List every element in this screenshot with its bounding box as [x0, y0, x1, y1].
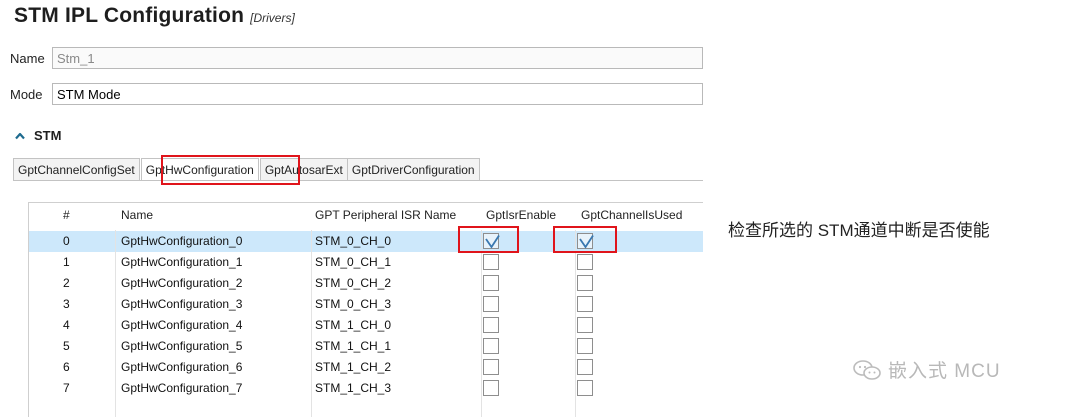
row-name: GptHwConfiguration_1 [121, 255, 243, 269]
row-name: GptHwConfiguration_2 [121, 276, 243, 290]
isr-enable-checkbox[interactable] [483, 380, 499, 396]
table-row[interactable]: 3 GptHwConfiguration_3 STM_0_CH_3 [29, 294, 703, 315]
row-index: 0 [63, 234, 70, 248]
channel-used-checkbox[interactable] [577, 359, 593, 375]
row-isr-name: STM_0_CH_2 [315, 276, 392, 290]
row-index: 4 [63, 318, 70, 332]
column-header-isr-name[interactable]: GPT Peripheral ISR Name [315, 208, 456, 222]
isr-enable-checkbox[interactable] [483, 296, 499, 312]
table-row[interactable]: 2 GptHwConfiguration_2 STM_0_CH_2 [29, 273, 703, 294]
column-divider [575, 230, 576, 417]
name-field[interactable]: Stm_1 [52, 47, 703, 69]
isr-enable-checkbox[interactable] [483, 359, 499, 375]
isr-enable-highlight-box [458, 226, 519, 253]
row-index: 3 [63, 297, 70, 311]
column-header-name[interactable]: Name [121, 208, 153, 222]
isr-enable-checkbox[interactable] [483, 275, 499, 291]
page-title-main: STM IPL Configuration [14, 4, 245, 27]
channel-used-checkbox[interactable] [577, 338, 593, 354]
channel-used-checkbox[interactable] [577, 380, 593, 396]
column-divider [115, 230, 116, 417]
row-index: 2 [63, 276, 70, 290]
channel-used-highlight-box [553, 226, 617, 253]
row-name: GptHwConfiguration_4 [121, 318, 243, 332]
channel-used-checkbox[interactable] [577, 275, 593, 291]
row-name: GptHwConfiguration_5 [121, 339, 243, 353]
row-isr-name: STM_1_CH_1 [315, 339, 392, 353]
section-header-stm[interactable]: STM [14, 128, 61, 143]
channel-used-checkbox[interactable] [577, 296, 593, 312]
isr-enable-checkbox[interactable] [483, 317, 499, 333]
watermark-text: 嵌入式 MCU [888, 361, 1001, 382]
row-name: GptHwConfiguration_3 [121, 297, 243, 311]
tab-underline [13, 180, 703, 181]
isr-enable-checkbox[interactable] [483, 254, 499, 270]
mode-field[interactable]: STM Mode [52, 83, 703, 105]
name-label: Name [10, 51, 45, 66]
watermark: 嵌入式 MCU [852, 356, 1001, 383]
tab-gpt-channel-config-set[interactable]: GptChannelConfigSet [13, 158, 140, 180]
row-index: 1 [63, 255, 70, 269]
mode-label: Mode [10, 87, 43, 102]
column-header-index[interactable]: # [63, 208, 70, 222]
row-index: 7 [63, 381, 70, 395]
table-row[interactable]: 7 GptHwConfiguration_7 STM_1_CH_3 [29, 378, 703, 399]
page-title: STM IPL Configuration [Drivers] [14, 4, 295, 36]
tab-gpt-driver-configuration[interactable]: GptDriverConfiguration [346, 158, 480, 180]
row-isr-name: STM_1_CH_3 [315, 381, 392, 395]
isr-enable-checkbox[interactable] [483, 338, 499, 354]
active-tab-highlight-box [161, 155, 300, 185]
row-isr-name: STM_0_CH_3 [315, 297, 392, 311]
column-divider [311, 230, 312, 417]
config-panel: STM IPL Configuration [Drivers] Name Stm… [0, 0, 703, 417]
wechat-icon [853, 359, 881, 380]
row-name: GptHwConfiguration_6 [121, 360, 243, 374]
table-row[interactable]: 4 GptHwConfiguration_4 STM_1_CH_0 [29, 315, 703, 336]
column-header-isr-enable[interactable]: GptIsrEnable [486, 208, 556, 222]
table-row[interactable]: 1 GptHwConfiguration_1 STM_0_CH_1 [29, 252, 703, 273]
row-index: 6 [63, 360, 70, 374]
channel-used-checkbox[interactable] [577, 317, 593, 333]
table-row[interactable]: 6 GptHwConfiguration_6 STM_1_CH_2 [29, 357, 703, 378]
annotation-text: 检查所选的 STM通道中断是否使能 [728, 221, 990, 240]
row-name: GptHwConfiguration_0 [121, 234, 243, 248]
chevron-up-icon[interactable] [14, 130, 26, 142]
row-isr-name: STM_0_CH_0 [315, 234, 392, 248]
section-label: STM [34, 128, 62, 143]
row-name: GptHwConfiguration_7 [121, 381, 243, 395]
row-isr-name: STM_0_CH_1 [315, 255, 392, 269]
channel-used-checkbox[interactable] [577, 254, 593, 270]
row-isr-name: STM_1_CH_2 [315, 360, 392, 374]
column-divider [481, 230, 482, 417]
table-row[interactable]: 5 GptHwConfiguration_5 STM_1_CH_1 [29, 336, 703, 357]
column-header-channel-used[interactable]: GptChannelIsUsed [581, 208, 682, 222]
page-title-subtitle: [Drivers] [250, 11, 295, 25]
row-isr-name: STM_1_CH_0 [315, 318, 392, 332]
row-index: 5 [63, 339, 70, 353]
